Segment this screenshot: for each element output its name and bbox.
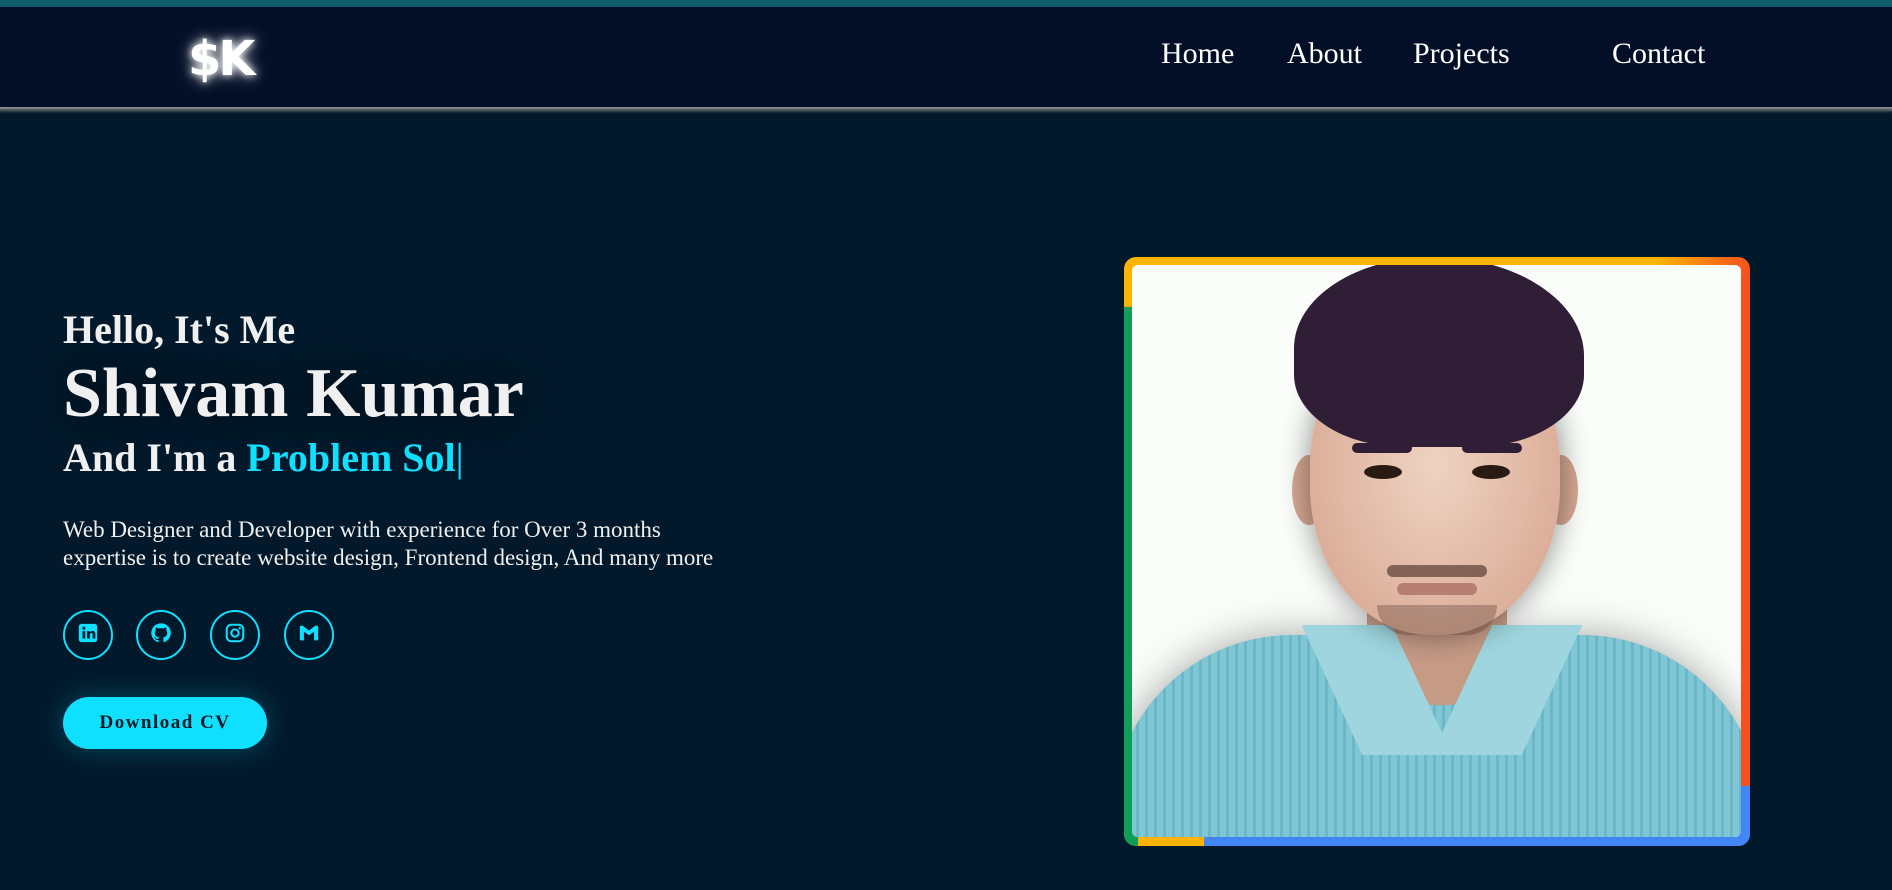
nav-link-projects[interactable]: Projects <box>1413 37 1510 71</box>
site-logo[interactable]: $K <box>188 31 256 87</box>
github-icon <box>150 622 172 649</box>
nav-link-about[interactable]: About <box>1287 37 1362 71</box>
nav-link-contact[interactable]: Contact <box>1612 37 1705 71</box>
linkedin-icon <box>77 622 99 649</box>
profile-photo <box>1132 265 1741 837</box>
nav-link-home[interactable]: Home <box>1161 37 1234 71</box>
instagram-icon <box>224 622 246 649</box>
role-prefix: And I'm a <box>63 435 237 480</box>
gmail-icon <box>298 622 320 649</box>
hero-role: And I'm a Problem Sol| <box>63 434 464 481</box>
hero-greeting: Hello, It's Me <box>63 307 296 352</box>
download-cv-button[interactable]: Download CV <box>63 697 267 749</box>
role-typed-text: Problem Sol <box>246 435 456 480</box>
gmail-link[interactable] <box>284 610 334 660</box>
typing-caret: | <box>455 435 464 480</box>
hero-name: Shivam Kumar <box>63 355 524 432</box>
github-link[interactable] <box>136 610 186 660</box>
instagram-link[interactable] <box>210 610 260 660</box>
hero-description: Web Designer and Developer with experien… <box>63 516 863 572</box>
description-line: Web Designer and Developer with experien… <box>63 517 661 542</box>
linkedin-link[interactable] <box>63 610 113 660</box>
navbar: $K Home About Projects Contact <box>0 7 1892 111</box>
profile-photo-frame <box>1124 257 1750 846</box>
description-line: expertise is to create website design, F… <box>63 545 714 570</box>
top-accent-strip <box>0 0 1892 7</box>
photo-hair <box>1294 265 1584 447</box>
